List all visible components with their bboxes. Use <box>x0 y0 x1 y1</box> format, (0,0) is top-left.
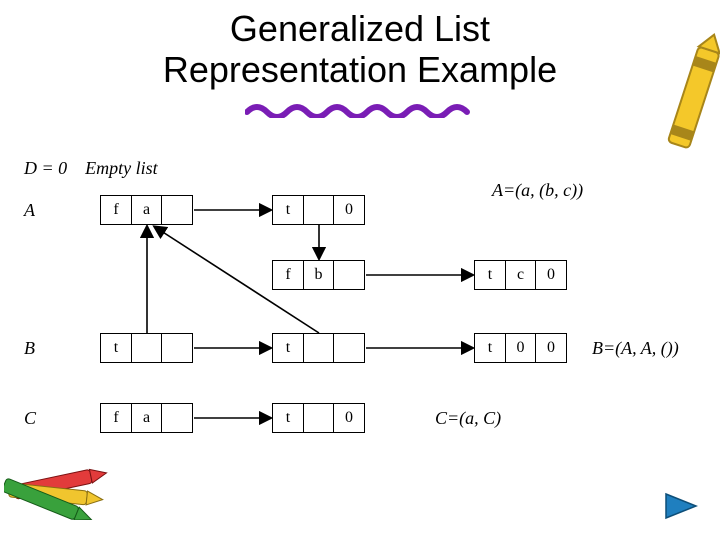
node-b1-data <box>131 333 163 363</box>
node-a2: t 0 <box>272 195 365 225</box>
node-a3-tag: f <box>272 260 304 290</box>
crayons-bundle-icon <box>4 450 114 520</box>
node-b2-tag: t <box>272 333 304 363</box>
crayon-yellow-icon <box>660 30 720 170</box>
node-a3: f b <box>272 260 365 290</box>
node-b2-data <box>303 333 335 363</box>
node-c2-data <box>303 403 335 433</box>
node-a4-link: 0 <box>535 260 567 290</box>
node-b1: t <box>100 333 193 363</box>
node-c1-link <box>161 403 193 433</box>
title-underline-squiggle <box>245 104 475 118</box>
node-b3-tag: t <box>474 333 506 363</box>
title-line-2: Representation Example <box>0 49 720 90</box>
row-a-label: A <box>24 200 35 221</box>
node-a1-data: a <box>131 195 163 225</box>
node-c2-link: 0 <box>333 403 365 433</box>
node-b1-link <box>161 333 193 363</box>
node-a2-data <box>303 195 335 225</box>
node-b2-link <box>333 333 365 363</box>
row-b-annotation: B=(A, A, ()) <box>592 338 679 359</box>
node-a3-data: b <box>303 260 335 290</box>
node-c1-tag: f <box>100 403 132 433</box>
row-c-annotation: C=(a, C) <box>435 408 501 429</box>
node-c1-data: a <box>131 403 163 433</box>
node-c2-tag: t <box>272 403 304 433</box>
next-slide-play-icon[interactable] <box>664 492 698 520</box>
node-a4-tag: t <box>474 260 506 290</box>
node-a2-link: 0 <box>333 195 365 225</box>
node-a1-tag: f <box>100 195 132 225</box>
row-d-label: D = 0 Empty list <box>24 158 158 179</box>
node-c2: t 0 <box>272 403 365 433</box>
row-b-label: B <box>24 338 35 359</box>
slide-title: Generalized List Representation Example <box>0 0 720 132</box>
node-b3: t 0 0 <box>474 333 567 363</box>
node-a1: f a <box>100 195 193 225</box>
row-c-label: C <box>24 408 36 429</box>
node-c1: f a <box>100 403 193 433</box>
node-b2: t <box>272 333 365 363</box>
title-line-1: Generalized List <box>0 8 720 49</box>
node-a1-link <box>161 195 193 225</box>
node-a4: t c 0 <box>474 260 567 290</box>
node-b3-link: 0 <box>535 333 567 363</box>
node-a4-data: c <box>505 260 537 290</box>
node-b1-tag: t <box>100 333 132 363</box>
node-a2-tag: t <box>272 195 304 225</box>
node-a3-link <box>333 260 365 290</box>
row-a-annotation: A=(a, (b, c)) <box>492 180 583 201</box>
node-b3-data: 0 <box>505 333 537 363</box>
